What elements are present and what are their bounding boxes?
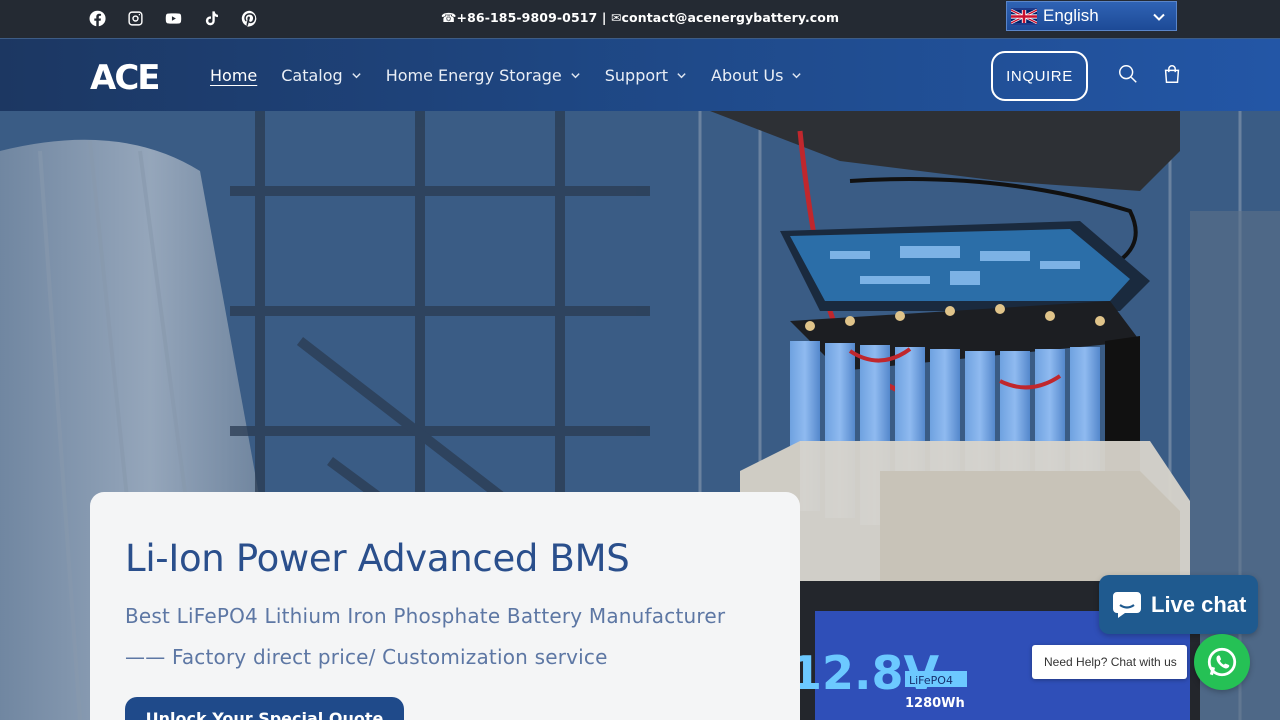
nav-home-energy-storage[interactable]: Home Energy Storage: [386, 66, 581, 85]
chevron-down-icon: [676, 66, 687, 85]
hero-banner: 12.8V LiFePO4 1280Wh Li-Ion Power Advanc…: [0, 111, 1280, 720]
hero-subtitle-line2: —— Factory direct price/ Customization s…: [125, 645, 608, 669]
search-icon[interactable]: [1117, 63, 1141, 87]
email-icon: ✉: [610, 10, 622, 25]
nav-home-label: Home: [210, 66, 258, 85]
nav-catalog[interactable]: Catalog: [281, 66, 361, 85]
phone-number[interactable]: +86-185-9809-0517: [457, 10, 598, 25]
language-selector[interactable]: English: [1006, 1, 1177, 31]
live-chat-button[interactable]: Live chat: [1099, 575, 1258, 634]
chevron-down-icon: [791, 66, 802, 85]
main-nav: Home Catalog Home Energy Storage Support…: [210, 39, 802, 112]
inquire-button[interactable]: INQUIRE: [991, 51, 1088, 101]
hero-card: Li-Ion Power Advanced BMS Best LiFePO4 L…: [90, 492, 800, 720]
svg-text:ACE: ACE: [90, 59, 159, 93]
nav-home-energy-storage-label: Home Energy Storage: [385, 66, 562, 85]
whatsapp-icon[interactable]: [1194, 634, 1250, 690]
nav-support-label: Support: [604, 66, 668, 85]
cart-icon[interactable]: [1161, 63, 1185, 87]
site-header: ACE Home Catalog Home Energy Storage Sup…: [0, 38, 1280, 111]
email-address[interactable]: contact@acenergybattery.com: [622, 10, 840, 25]
hero-subtitle: Best LiFePO4 Lithium Iron Phosphate Batt…: [125, 596, 765, 678]
chevron-down-icon: [351, 66, 362, 85]
nav-about-us[interactable]: About Us: [711, 66, 802, 85]
language-label: English: [1043, 6, 1099, 25]
announcement-bar: ☎+86-185-9809-0517 | ✉contact@acenergyba…: [0, 0, 1280, 38]
nav-home[interactable]: Home: [210, 66, 257, 85]
phone-icon: ☎: [440, 10, 457, 25]
chevron-down-icon: [570, 66, 581, 85]
live-chat-label: Live chat: [1151, 591, 1247, 617]
nav-catalog-label: Catalog: [281, 66, 343, 85]
contact-separator: |: [601, 10, 607, 25]
ace-logo[interactable]: ACE: [90, 58, 170, 98]
hero-subtitle-line1: Best LiFePO4 Lithium Iron Phosphate Batt…: [125, 604, 726, 628]
hero-title: Li-Ion Power Advanced BMS: [125, 537, 630, 580]
nav-support[interactable]: Support: [605, 66, 687, 85]
uk-flag-icon: [1011, 7, 1037, 25]
special-quote-button[interactable]: Unlock Your Special Quote: [125, 697, 404, 720]
chat-help-bubble[interactable]: Need Help? Chat with us: [1032, 645, 1187, 679]
svg-text:LiFePO4: LiFePO4: [909, 674, 953, 687]
svg-text:1280Wh: 1280Wh: [905, 696, 965, 711]
nav-about-us-label: About Us: [711, 66, 784, 85]
chat-bubble-icon: [1113, 591, 1141, 618]
chevron-down-icon: [1152, 9, 1166, 23]
